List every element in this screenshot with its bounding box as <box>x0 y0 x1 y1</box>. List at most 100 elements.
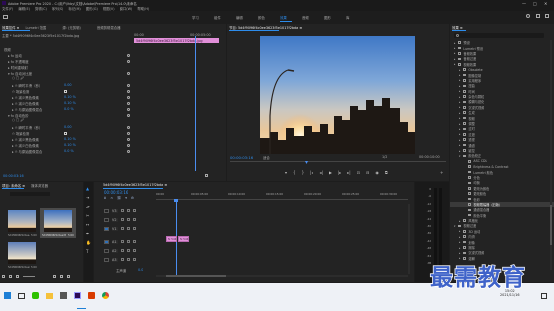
effects-search[interactable] <box>454 33 544 38</box>
marker-icon[interactable]: ▾ <box>285 170 287 175</box>
reset-icon[interactable] <box>127 125 130 129</box>
task-view-icon[interactable] <box>18 292 25 299</box>
track-select-tool-icon[interactable]: ⇥ <box>86 195 91 200</box>
razor-tool-icon[interactable]: ✂ <box>86 213 91 218</box>
checkbox[interactable] <box>64 131 67 135</box>
fit-dropdown[interactable]: 适合 <box>263 155 270 160</box>
track-header[interactable]: V3 <box>104 206 156 215</box>
sync-lock-icon[interactable] <box>127 209 130 212</box>
workspace-tab-editing[interactable]: 编辑 <box>236 15 258 20</box>
reset-icon[interactable] <box>127 71 130 75</box>
project-item[interactable] <box>8 210 36 232</box>
ec-timecode[interactable]: 00:00:03:16 <box>3 174 24 178</box>
track-header[interactable]: A2 <box>104 246 156 255</box>
ec-row-blend-2[interactable]: ▸ ⏱ 与原始图像混合 0.0 % <box>0 148 134 154</box>
track-target-toggle[interactable] <box>104 217 109 222</box>
track-target-toggle[interactable] <box>104 257 109 262</box>
checkbox[interactable] <box>64 89 67 93</box>
home-icon[interactable] <box>3 15 8 19</box>
project-search[interactable] <box>10 192 50 196</box>
out-point-icon[interactable]: } <box>302 170 305 175</box>
search-icon[interactable] <box>526 14 530 18</box>
sync-lock-icon[interactable] <box>127 249 130 252</box>
eye-icon[interactable] <box>133 209 136 212</box>
file-explorer-icon[interactable] <box>46 292 53 299</box>
track-target-toggle[interactable] <box>104 239 109 244</box>
reset-icon[interactable] <box>127 107 130 111</box>
selection-tool-icon[interactable]: ▲ <box>86 186 91 191</box>
effects-scrollbar[interactable] <box>550 40 552 270</box>
pen-tool-icon[interactable]: ✒ <box>86 231 91 236</box>
track-target-toggle[interactable] <box>104 208 109 213</box>
lock-icon[interactable] <box>121 249 124 252</box>
tab-audio-mixer[interactable]: 音频剪辑混合器 <box>97 25 121 30</box>
share-icon[interactable] <box>536 14 540 18</box>
timeline-clip[interactable]: fx 5d4 <box>178 236 189 242</box>
scrollbar-thumb[interactable] <box>166 275 226 277</box>
track-header[interactable]: A1 <box>104 237 156 246</box>
master-clip-label[interactable]: 主要 * 5d4f9096f4c0ee3623f5e1017f2bda.jpg <box>2 33 127 38</box>
lock-icon[interactable] <box>121 209 124 212</box>
lock-icon[interactable] <box>2 275 5 278</box>
reset-icon[interactable] <box>127 101 130 105</box>
timeline-clip[interactable]: fx 5d4 <box>166 236 177 242</box>
go-to-in-icon[interactable]: |◂ <box>310 170 313 175</box>
program-scrubber[interactable] <box>230 161 446 165</box>
linked-selection-icon[interactable]: ⛓ <box>117 196 121 200</box>
reset-icon[interactable] <box>127 53 130 57</box>
workspace-tab-libraries[interactable]: 库 <box>346 15 368 20</box>
project-item[interactable] <box>44 210 72 232</box>
list-view-icon[interactable] <box>9 275 12 278</box>
workspace-tab-color[interactable]: 颜色 <box>258 15 280 20</box>
lock-icon[interactable] <box>121 240 124 243</box>
eye-icon[interactable] <box>133 258 136 261</box>
minimize-button[interactable]: — <box>522 1 526 6</box>
play-icon[interactable]: ▶ <box>329 170 332 175</box>
eye-icon[interactable] <box>133 227 136 230</box>
eye-icon[interactable] <box>133 218 136 221</box>
project-item[interactable] <box>8 242 36 264</box>
sync-lock-icon[interactable] <box>127 218 130 221</box>
timeline-tab[interactable]: 5d4f9096f4c0ee3623f5e1017f2bda ≡ <box>103 183 167 187</box>
lock-icon[interactable] <box>121 258 124 261</box>
reset-icon[interactable] <box>127 113 130 117</box>
fullscreen-icon[interactable] <box>545 14 549 18</box>
program-timecode[interactable]: 00:00:03:16 <box>230 155 253 160</box>
reset-icon[interactable] <box>127 89 130 93</box>
timeline-scrollbar[interactable] <box>156 275 408 277</box>
slip-tool-icon[interactable]: ↔ <box>86 222 91 227</box>
close-button[interactable]: ✕ <box>544 1 547 6</box>
master-volume[interactable]: 0.0 <box>138 268 143 272</box>
windows-start-icon[interactable] <box>4 292 11 299</box>
reset-icon[interactable] <box>127 59 130 63</box>
settings-icon[interactable]: ⚙ <box>131 196 134 200</box>
tab-source[interactable]: 源: (无剪辑) <box>62 25 80 30</box>
track-header[interactable]: V2 <box>104 215 156 224</box>
reset-icon[interactable] <box>127 131 130 135</box>
reset-icon[interactable] <box>127 143 130 147</box>
track-header[interactable]: V1 <box>104 224 156 233</box>
reset-icon[interactable] <box>127 149 130 153</box>
store-icon[interactable] <box>60 292 67 299</box>
workspace-tab-assembly[interactable]: 组件 <box>214 15 236 20</box>
new-bin-icon[interactable] <box>53 275 56 278</box>
workspace-tab-audio[interactable]: 音频 <box>302 15 324 20</box>
in-point-icon[interactable]: { <box>293 170 296 175</box>
nest-icon[interactable]: ⧉ <box>104 196 106 200</box>
sync-lock-icon[interactable] <box>127 240 130 243</box>
export-frame-icon[interactable]: ◉ <box>375 170 379 175</box>
new-item-icon[interactable] <box>60 275 63 278</box>
zoom-slider[interactable] <box>23 276 35 277</box>
add-button[interactable]: + <box>440 170 443 175</box>
lift-icon[interactable]: ⊡ <box>357 170 360 175</box>
timeline-timecode[interactable]: 00:00:03:16 <box>104 190 128 195</box>
snap-icon[interactable]: ∩ <box>110 196 112 200</box>
lock-icon[interactable] <box>121 227 124 230</box>
hand-tool-icon[interactable]: ✋ <box>86 240 91 245</box>
tab-media-browser[interactable]: 媒体浏览器 <box>31 183 48 188</box>
step-forward-icon[interactable]: |▸ <box>338 170 341 175</box>
track-target-toggle[interactable] <box>104 248 109 253</box>
icon-view-icon[interactable] <box>16 275 19 278</box>
lock-icon[interactable] <box>121 218 124 221</box>
go-to-out-icon[interactable]: ▸| <box>347 170 350 175</box>
